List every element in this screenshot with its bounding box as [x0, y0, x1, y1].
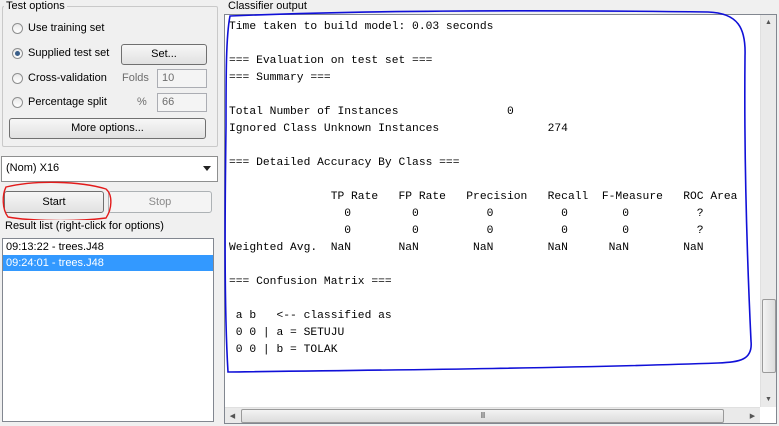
use-training-set-radio[interactable]: [12, 23, 23, 34]
scroll-up-icon[interactable]: ▲: [761, 15, 776, 30]
horizontal-scrollbar[interactable]: ◀ III ▶: [225, 407, 760, 423]
stop-button[interactable]: Stop: [108, 191, 212, 213]
scroll-left-icon[interactable]: ◀: [225, 408, 240, 423]
cross-validation-label[interactable]: Cross-validation: [28, 72, 107, 84]
result-list[interactable]: 09:13:22 - trees.J48 09:24:01 - trees.J4…: [2, 238, 214, 422]
output-highlight-annotation: [224, 10, 752, 373]
supplied-test-set-radio[interactable]: [12, 48, 23, 59]
folds-label: Folds: [122, 72, 149, 84]
class-selector-value: (Nom) X16: [6, 162, 60, 174]
test-options-title: Test options: [4, 0, 67, 12]
vertical-scroll-thumb[interactable]: [762, 299, 776, 373]
horizontal-scroll-thumb[interactable]: III: [241, 409, 724, 423]
result-list-title: Result list (right-click for options): [3, 220, 166, 232]
set-button[interactable]: Set...: [121, 44, 207, 65]
chevron-down-icon: [203, 166, 211, 171]
scroll-right-icon[interactable]: ▶: [745, 408, 760, 423]
percentage-split-radio[interactable]: [12, 97, 23, 108]
scroll-down-icon[interactable]: ▼: [761, 392, 776, 407]
percent-label: %: [137, 96, 147, 108]
start-highlight-annotation: [2, 181, 112, 222]
cross-validation-radio[interactable]: [12, 73, 23, 84]
use-training-set-label[interactable]: Use training set: [28, 22, 104, 34]
more-options-button[interactable]: More options...: [9, 118, 206, 139]
vertical-scrollbar[interactable]: ▲ ▼: [760, 15, 776, 407]
result-list-item-selected[interactable]: 09:24:01 - trees.J48: [3, 255, 213, 271]
percent-field[interactable]: 66: [157, 93, 207, 112]
supplied-test-set-label[interactable]: Supplied test set: [28, 47, 109, 59]
folds-field[interactable]: 10: [157, 69, 207, 88]
result-list-item[interactable]: 09:13:22 - trees.J48: [3, 239, 213, 255]
percentage-split-label[interactable]: Percentage split: [28, 96, 107, 108]
